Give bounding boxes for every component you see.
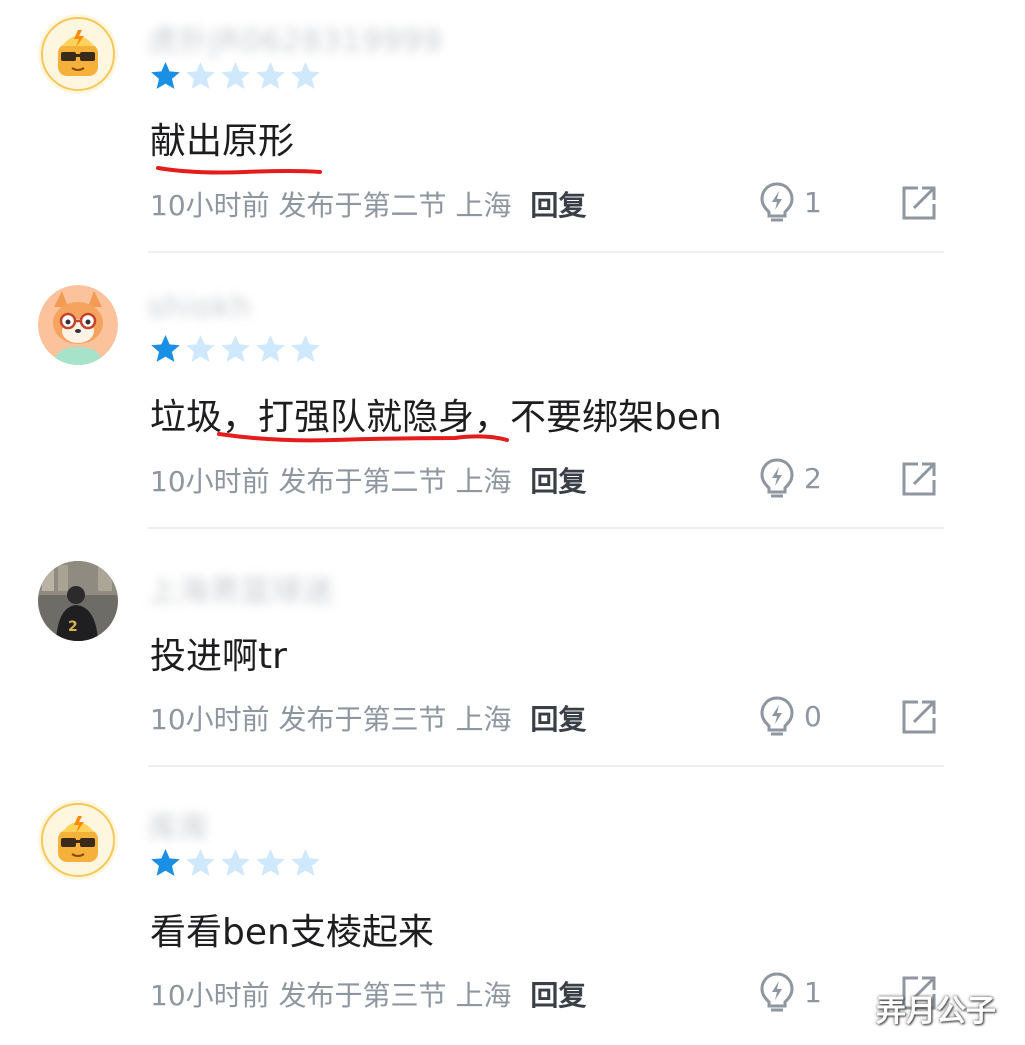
light-up-button[interactable]: 1 [760, 182, 822, 222]
reply-button[interactable]: 回复 [530, 189, 586, 222]
avatar[interactable]: 2 [38, 561, 118, 641]
watermark: 弄月公子 [876, 994, 996, 1029]
divider [148, 527, 944, 529]
star-icon [151, 849, 180, 876]
comment-published: 发布于第二节 [278, 189, 447, 222]
like-count: 1 [804, 185, 822, 219]
star-icon [186, 849, 215, 876]
star-rating [150, 334, 321, 364]
star-icon [256, 849, 285, 876]
star-icon [221, 62, 250, 89]
star-icon [186, 62, 215, 89]
red-underline-annotation [156, 166, 322, 175]
divider [148, 251, 944, 253]
comment-text: 看看ben支棱起来 [150, 912, 434, 953]
divider [148, 765, 944, 767]
comment-text: 投进啊tr [150, 636, 287, 677]
username[interactable]: shiokh [148, 290, 252, 325]
light-up-button[interactable]: 1 [760, 972, 822, 1012]
username[interactable]: 虎扑JR0628319999 [148, 16, 443, 60]
avatar[interactable] [38, 285, 118, 365]
reply-button[interactable]: 回复 [530, 979, 586, 1012]
light-up-button[interactable]: 0 [760, 696, 822, 736]
share-icon[interactable] [900, 184, 938, 222]
comment-published: 发布于第三节 [278, 979, 447, 1012]
comment-meta: 10小时前 发布于第三节 上海 回复 [150, 974, 586, 1014]
reply-button[interactable]: 回复 [530, 703, 586, 736]
comment-location: 上海 [455, 465, 512, 498]
lightbulb-icon [760, 972, 794, 1012]
comment-time: 10小时前 [150, 465, 270, 498]
robot-avatar-icon [38, 14, 118, 94]
star-icon [256, 335, 285, 362]
like-count: 2 [804, 461, 822, 495]
reply-button[interactable]: 回复 [530, 465, 586, 498]
light-up-button[interactable]: 2 [760, 458, 822, 498]
lightbulb-icon [760, 458, 794, 498]
lightbulb-icon [760, 696, 794, 736]
comment-meta: 10小时前 发布于第三节 上海 回复 [150, 698, 586, 738]
avatar[interactable] [38, 14, 118, 94]
comment-published: 发布于第二节 [278, 465, 447, 498]
comment-text: 献出原形 [150, 121, 295, 162]
star-rating [150, 61, 321, 91]
username[interactable]: 库库 [148, 803, 210, 847]
star-icon [221, 849, 250, 876]
svg-text:2: 2 [68, 619, 78, 635]
comment-location: 上海 [455, 189, 512, 222]
share-icon[interactable] [900, 460, 938, 498]
like-count: 0 [804, 699, 822, 733]
photo-avatar-icon: 2 [38, 561, 118, 641]
like-count: 1 [804, 975, 822, 1009]
comment-location: 上海 [455, 979, 512, 1012]
comment-time: 10小时前 [150, 979, 270, 1012]
comment-time: 10小时前 [150, 189, 270, 222]
share-icon[interactable] [900, 698, 938, 736]
username[interactable]: 上海男篮球迷 [148, 566, 334, 610]
comment-list: 虎扑JR0628319999 献出原形 10小时前 发布于第二节 上海 回复 1 [0, 0, 1025, 1045]
comment-meta: 10小时前 发布于第二节 上海 回复 [150, 184, 586, 224]
fox-avatar-icon [38, 285, 118, 365]
red-underline-annotation [217, 432, 509, 443]
star-rating [150, 848, 321, 878]
comment-meta: 10小时前 发布于第二节 上海 回复 [150, 460, 586, 500]
star-icon [221, 335, 250, 362]
star-icon [291, 62, 320, 89]
star-icon [186, 335, 215, 362]
comment-time: 10小时前 [150, 703, 270, 736]
avatar[interactable] [38, 800, 118, 880]
comment-location: 上海 [455, 703, 512, 736]
star-icon [256, 62, 285, 89]
star-icon [291, 849, 320, 876]
star-icon [291, 335, 320, 362]
robot-avatar-icon [38, 800, 118, 880]
star-icon [151, 62, 180, 89]
star-icon [151, 335, 180, 362]
lightbulb-icon [760, 182, 794, 222]
comment-published: 发布于第三节 [278, 703, 447, 736]
